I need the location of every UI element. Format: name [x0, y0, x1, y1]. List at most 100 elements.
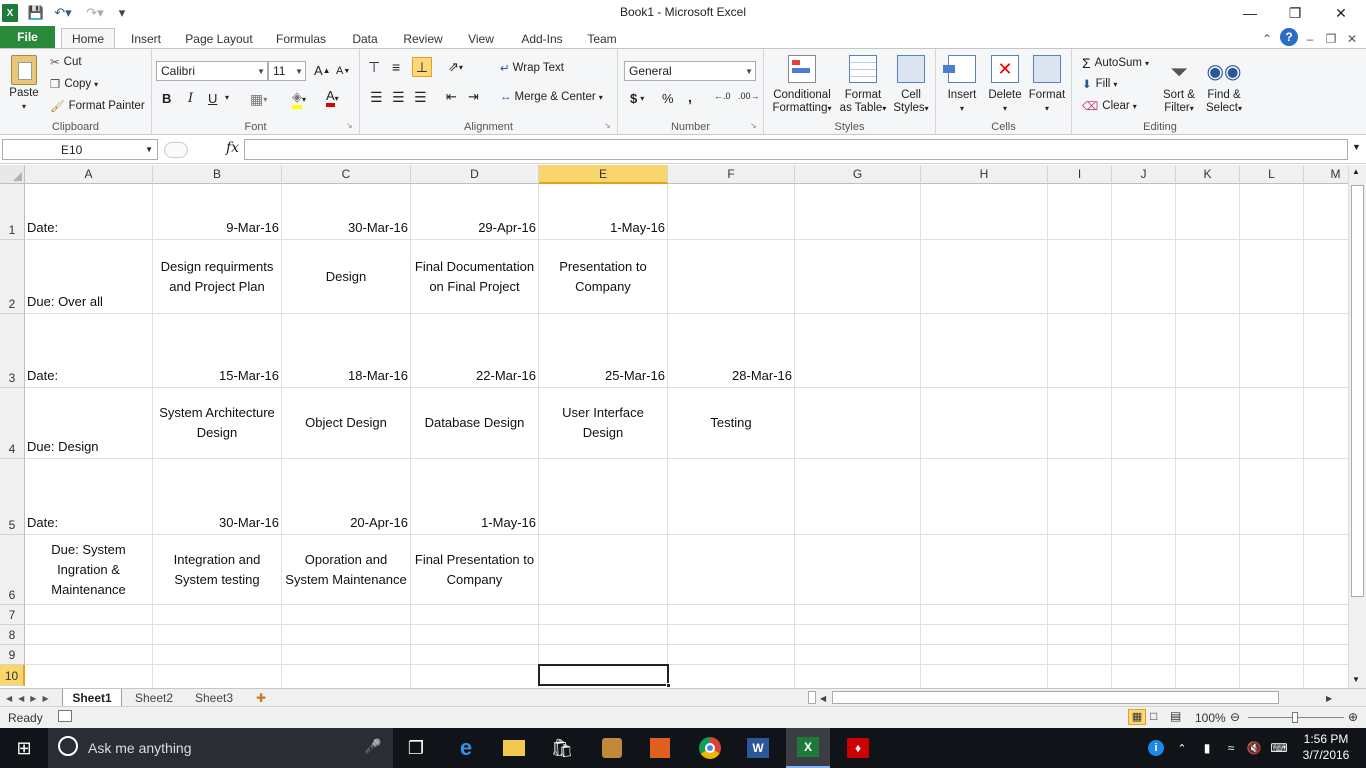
cell-c1[interactable]: 30-Mar-16: [282, 184, 411, 240]
keyboard-icon[interactable]: ⌨: [1268, 728, 1290, 768]
scroll-up-icon[interactable]: ▲: [1352, 167, 1360, 176]
align-left-icon[interactable]: ☰: [370, 89, 383, 106]
row-header-1[interactable]: 1: [0, 184, 25, 240]
name-box[interactable]: E10 ▼: [2, 139, 158, 160]
col-header-j[interactable]: J: [1112, 165, 1176, 184]
customize-quick-access-icon[interactable]: ▾: [116, 4, 128, 22]
col-header-d[interactable]: D: [411, 165, 539, 184]
office-app-icon[interactable]: [640, 728, 680, 768]
scroll-down-icon[interactable]: ▼: [1352, 675, 1360, 684]
insert-cells-button[interactable]: Insert ▾: [942, 55, 982, 115]
edge-browser-icon[interactable]: e: [446, 728, 486, 768]
font-size-select[interactable]: 11 ▼: [268, 61, 306, 81]
excel-app-icon[interactable]: X: [2, 4, 18, 22]
cell-c4[interactable]: Object Design: [282, 388, 411, 459]
align-center-icon[interactable]: ☰: [392, 89, 405, 106]
tab-home[interactable]: Home: [61, 28, 115, 48]
col-header-f[interactable]: F: [668, 165, 795, 184]
cell-e1[interactable]: 1-May-16: [539, 184, 668, 240]
formula-bar-divider-handle[interactable]: [164, 142, 188, 158]
font-dialog-launcher-icon[interactable]: ↘: [346, 121, 353, 130]
cell-f4[interactable]: Testing: [668, 388, 795, 459]
increase-indent-icon[interactable]: ⇥: [468, 89, 479, 105]
row-header-6[interactable]: 6: [0, 535, 25, 605]
number-format-select[interactable]: General ▼: [624, 61, 756, 81]
cell-d6[interactable]: Final Presentation to Company: [411, 535, 539, 605]
tab-view[interactable]: View: [460, 29, 502, 48]
cell-c3[interactable]: 18-Mar-16: [282, 314, 411, 388]
align-right-icon[interactable]: ☰: [414, 89, 427, 106]
alignment-dialog-launcher-icon[interactable]: ↘: [604, 121, 611, 130]
zoom-in-icon[interactable]: ⊕: [1348, 710, 1358, 724]
start-button[interactable]: ⊞: [0, 728, 48, 768]
cell-d5[interactable]: 1-May-16: [411, 459, 539, 535]
page-layout-view-icon[interactable]: □: [1150, 709, 1157, 723]
expand-formula-bar-icon[interactable]: ▼: [1352, 142, 1361, 152]
italic-button[interactable]: I: [188, 91, 193, 106]
volume-muted-icon[interactable]: 🔇: [1243, 728, 1265, 768]
cell-a5[interactable]: Date:: [25, 459, 153, 535]
wrap-text-button[interactable]: ↵ Wrap Text: [500, 61, 564, 75]
col-header-b[interactable]: B: [153, 165, 282, 184]
fill-color-icon[interactable]: ◈ ▾: [292, 89, 306, 109]
fill-button[interactable]: ⬇ Fill ▾: [1082, 77, 1117, 91]
task-view-icon[interactable]: ❐: [396, 728, 436, 768]
zoom-slider-thumb[interactable]: [1292, 712, 1298, 723]
minimize-ribbon-icon[interactable]: ⌃: [1258, 29, 1276, 48]
page-break-view-icon[interactable]: ▤: [1170, 709, 1181, 723]
select-all-corner[interactable]: [0, 165, 25, 184]
search-box[interactable]: Ask me anything 🎤: [48, 728, 393, 768]
row-header-5[interactable]: 5: [0, 459, 25, 535]
zoom-level[interactable]: 100%: [1195, 711, 1226, 725]
cell-d3[interactable]: 22-Mar-16: [411, 314, 539, 388]
sort-filter-button[interactable]: ⏷ Sort & Filter▾: [1158, 55, 1200, 115]
chrome-icon[interactable]: [690, 728, 730, 768]
cell-d1[interactable]: 29-Apr-16: [411, 184, 539, 240]
show-hidden-icons-icon[interactable]: ⌃: [1172, 728, 1192, 768]
tab-insert[interactable]: Insert: [125, 29, 167, 48]
col-header-g[interactable]: G: [795, 165, 921, 184]
worksheet-grid[interactable]: A B C D E F G H I J K L M 1 2 3 4 5 6 7 …: [0, 165, 1348, 688]
clear-button[interactable]: ⌫ Clear ▾: [1082, 99, 1137, 113]
tab-page-layout[interactable]: Page Layout: [180, 29, 258, 48]
cell-e4[interactable]: User Interface Design: [539, 388, 668, 459]
borders-icon[interactable]: ▦ ▾: [250, 91, 267, 108]
cell-c6[interactable]: Oporation and System Maintenance: [282, 535, 411, 605]
number-dialog-launcher-icon[interactable]: ↘: [750, 121, 757, 130]
minimize-button[interactable]: —: [1227, 0, 1273, 26]
col-header-h[interactable]: H: [921, 165, 1048, 184]
sheet-tab-sheet1[interactable]: Sheet1: [62, 689, 122, 707]
delete-cells-button[interactable]: ✕ Delete ▾: [984, 55, 1026, 115]
cell-d4[interactable]: Database Design: [411, 388, 539, 459]
excel-taskbar-icon[interactable]: X: [786, 728, 830, 768]
row-header-9[interactable]: 9: [0, 645, 25, 665]
tab-data[interactable]: Data: [345, 29, 385, 48]
col-header-m[interactable]: M: [1304, 165, 1348, 184]
cell-e3[interactable]: 25-Mar-16: [539, 314, 668, 388]
format-painter-button[interactable]: 🖌 Format Painter: [50, 99, 145, 113]
wifi-icon[interactable]: ≈: [1220, 728, 1242, 768]
row-header-10[interactable]: 10: [0, 665, 25, 686]
font-color-icon[interactable]: A ▾: [326, 89, 339, 107]
col-header-e[interactable]: E: [539, 165, 668, 184]
tab-team[interactable]: Team: [582, 29, 622, 48]
find-select-button[interactable]: ◉◉ Find & Select▾: [1202, 55, 1246, 115]
tab-formulas[interactable]: Formulas: [270, 29, 332, 48]
cell-a2[interactable]: Due: Over all: [25, 240, 153, 314]
percent-button[interactable]: %: [662, 91, 674, 106]
row-header-2[interactable]: 2: [0, 240, 25, 314]
hscroll-right-icon[interactable]: ▶: [1326, 689, 1332, 707]
merge-center-button[interactable]: ↔ Merge & Center ▾: [500, 91, 603, 103]
col-header-l[interactable]: L: [1240, 165, 1304, 184]
row-header-8[interactable]: 8: [0, 625, 25, 645]
cut-button[interactable]: ✂ Cut: [50, 55, 82, 69]
tab-split-handle[interactable]: [808, 691, 816, 704]
file-explorer-icon[interactable]: [494, 728, 534, 768]
hscroll-left-icon[interactable]: ◀: [820, 689, 826, 707]
row-header-3[interactable]: 3: [0, 314, 25, 388]
restore-button[interactable]: ❐: [1272, 0, 1318, 26]
cell-b2[interactable]: Design requirments and Project Plan: [153, 240, 282, 314]
orientation-icon[interactable]: ⇗ ▾: [448, 59, 463, 75]
selected-cell-e10[interactable]: [538, 664, 671, 688]
tab-file[interactable]: File: [0, 26, 55, 48]
